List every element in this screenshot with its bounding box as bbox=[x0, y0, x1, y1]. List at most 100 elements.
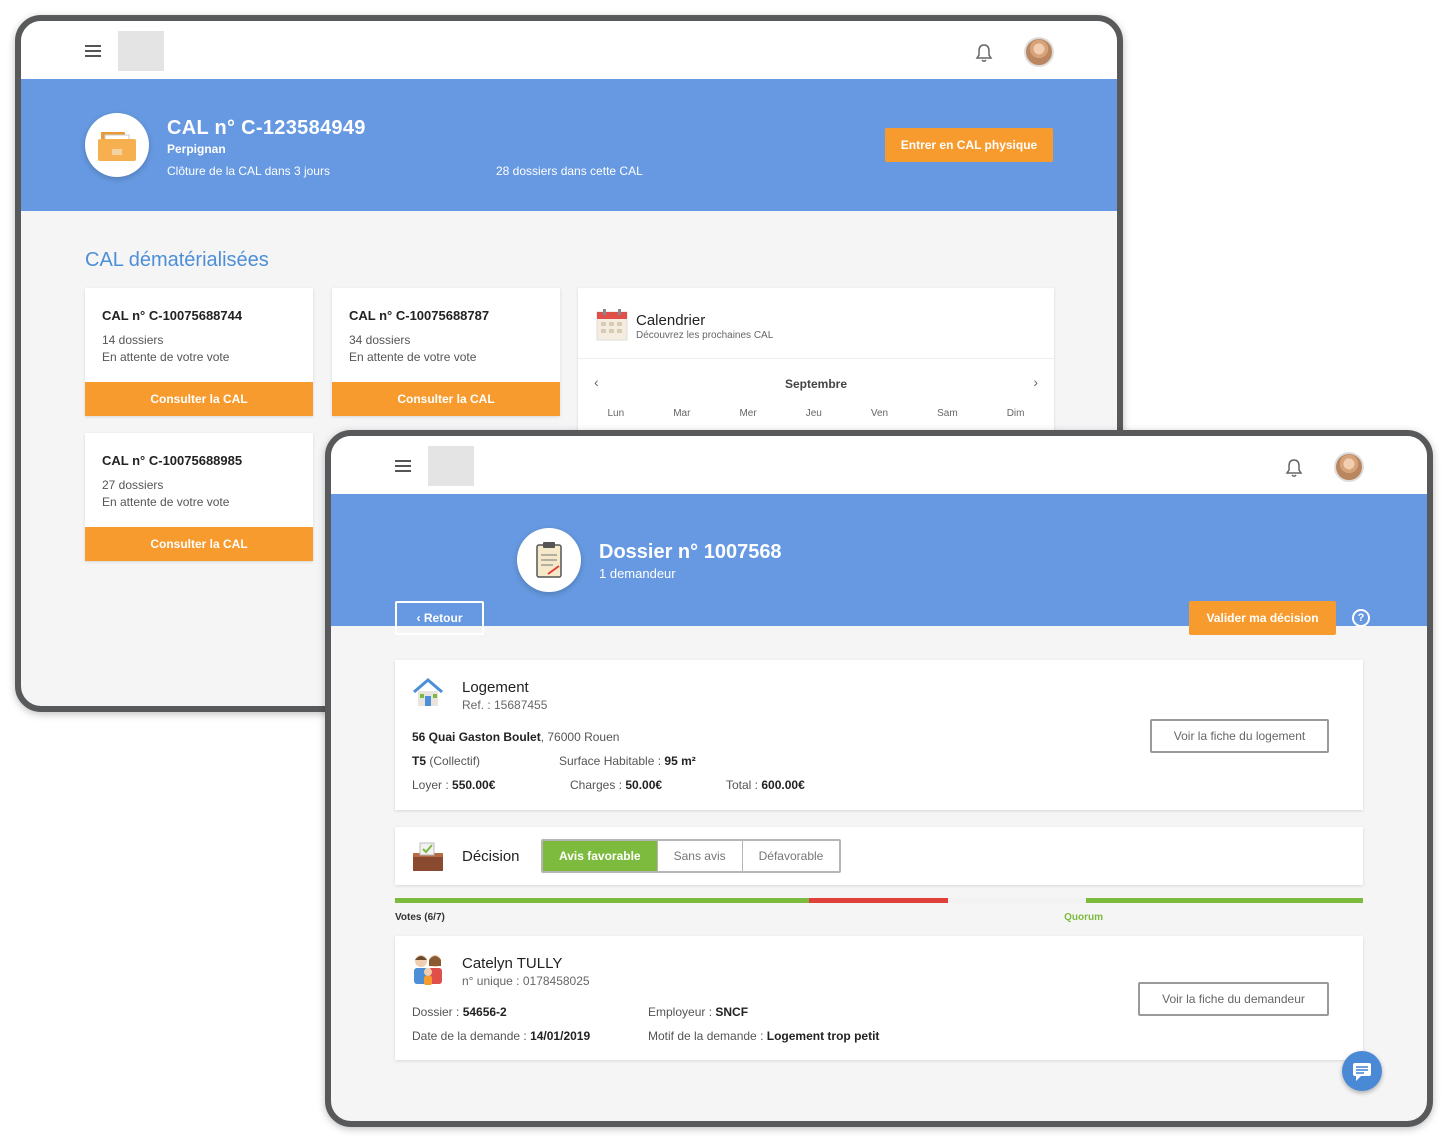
logement-type: T5 (Collectif) bbox=[412, 754, 480, 768]
clipboard-icon bbox=[517, 528, 581, 592]
total-value: 600.00€ bbox=[761, 778, 805, 792]
weekday-label: Mar bbox=[673, 408, 691, 419]
consult-cal-button[interactable]: Consulter la CAL bbox=[85, 527, 313, 561]
date-value: 14/01/2019 bbox=[530, 1029, 591, 1043]
logement-loyer: Loyer : 550.00€ bbox=[412, 778, 495, 792]
option-defavorable[interactable]: Défavorable bbox=[742, 841, 840, 871]
cal-card-title: CAL n° C-10075688744 bbox=[102, 308, 243, 323]
decision-title: Décision bbox=[462, 848, 520, 865]
weekday-label: Jeu bbox=[805, 408, 822, 419]
employer-value: SNCF bbox=[715, 1005, 749, 1019]
quorum-label: Quorum bbox=[1064, 912, 1104, 923]
demandeur-date: Date de la demande : 14/01/2019 bbox=[412, 1029, 590, 1043]
dossier-title: Dossier n° 1007568 bbox=[599, 541, 782, 563]
dossier-label: Dossier : bbox=[412, 1005, 463, 1019]
logement-total: Total : 600.00€ bbox=[726, 778, 805, 792]
cal-card-title: CAL n° C-10075688787 bbox=[349, 308, 490, 323]
chevron-left-icon: ‹ bbox=[416, 611, 421, 625]
cal-dossier-count: 28 dossiers dans cette CAL bbox=[496, 164, 643, 178]
calendar-subtitle: Découvrez les prochaines CAL bbox=[636, 330, 774, 341]
bell-icon[interactable] bbox=[1285, 458, 1303, 478]
calendar-month: Septembre bbox=[784, 377, 848, 391]
motif-label: Motif de la demande : bbox=[648, 1029, 767, 1043]
logement-title: Logement bbox=[462, 679, 529, 696]
logo bbox=[118, 31, 164, 71]
dossier-value: 54656-2 bbox=[462, 1005, 507, 1019]
back-button[interactable]: ‹ Retour bbox=[395, 601, 484, 635]
divider bbox=[578, 358, 1054, 359]
folder-icon bbox=[85, 113, 149, 177]
next-month-icon[interactable]: › bbox=[1033, 374, 1038, 390]
surface-value: 95 m² bbox=[664, 754, 696, 768]
back-button-label: Retour bbox=[423, 611, 463, 625]
decision-selector: Avis favorable Sans avis Défavorable bbox=[541, 839, 842, 873]
ballot-box-icon bbox=[413, 842, 443, 871]
address-street: 56 Quai Gaston Boulet bbox=[412, 730, 541, 744]
cal-card-status: En attente de votre vote bbox=[102, 350, 230, 364]
section-title: CAL dématérialisées bbox=[85, 249, 269, 271]
cal-banner: CAL n° C-123584949 Perpignan Clôture de … bbox=[21, 79, 1117, 211]
charges-value: 50.00€ bbox=[625, 778, 663, 792]
bell-icon[interactable] bbox=[975, 43, 993, 63]
weekday-label: Mer bbox=[739, 408, 757, 419]
cal-card: CAL n° C-10075688744 14 dossiers En atte… bbox=[85, 288, 313, 416]
avatar[interactable] bbox=[1024, 37, 1054, 67]
cal-card-status: En attente de votre vote bbox=[349, 350, 477, 364]
menu-icon[interactable] bbox=[85, 45, 101, 57]
type-value: T5 bbox=[412, 754, 427, 768]
option-sans-avis[interactable]: Sans avis bbox=[657, 841, 743, 871]
option-avis-favorable[interactable]: Avis favorable bbox=[543, 841, 658, 871]
cal-card: CAL n° C-10075688787 34 dossiers En atte… bbox=[332, 288, 560, 416]
vote-bar-segment bbox=[395, 898, 810, 903]
family-icon bbox=[414, 955, 442, 985]
weekday-label: Dim bbox=[1006, 408, 1025, 419]
decision-panel: Décision Avis favorable Sans avis Défavo… bbox=[395, 827, 1363, 885]
cal-card-status: En attente de votre vote bbox=[102, 495, 230, 509]
chat-icon[interactable] bbox=[1342, 1051, 1382, 1091]
logo bbox=[428, 446, 474, 486]
weekday-label: Ven bbox=[870, 408, 889, 419]
logement-surface: Surface Habitable : 95 m² bbox=[559, 754, 696, 768]
house-icon bbox=[413, 678, 443, 706]
total-label: Total : bbox=[726, 778, 762, 792]
view-demandeur-button[interactable]: Voir la fiche du demandeur bbox=[1138, 982, 1329, 1016]
charges-label: Charges : bbox=[570, 778, 626, 792]
vote-bar-segment bbox=[947, 898, 1087, 903]
dossier-subtitle: 1 demandeur bbox=[599, 566, 676, 581]
calendar-title: Calendrier bbox=[636, 312, 706, 329]
view-logement-button[interactable]: Voir la fiche du logement bbox=[1150, 719, 1329, 753]
cal-title: CAL n° C-123584949 bbox=[167, 117, 366, 139]
votes-label: Votes (6/7) bbox=[395, 912, 445, 923]
date-label: Date de la demande : bbox=[412, 1029, 531, 1043]
cal-city: Perpignan bbox=[167, 142, 226, 156]
dossier-banner: ‹ Retour Dossier n° 1007568 1 demandeur … bbox=[331, 494, 1427, 635]
top-bar bbox=[21, 21, 1117, 79]
weekday-label: Lun bbox=[607, 408, 625, 419]
weekday-label: Sam bbox=[937, 408, 958, 419]
demandeur-panel: Catelyn TULLY n° unique : 0178458025 Dos… bbox=[395, 936, 1363, 1060]
vote-bar-segment bbox=[809, 898, 948, 903]
surface-label: Surface Habitable : bbox=[559, 754, 665, 768]
enter-cal-button[interactable]: Entrer en CAL physique bbox=[885, 128, 1053, 162]
motif-value: Logement trop petit bbox=[766, 1029, 880, 1043]
menu-icon[interactable] bbox=[395, 460, 411, 472]
demandeur-motif: Motif de la demande : Logement trop peti… bbox=[648, 1029, 879, 1043]
cal-card-dossiers: 27 dossiers bbox=[102, 478, 164, 492]
validate-decision-button[interactable]: Valider ma décision bbox=[1189, 601, 1336, 635]
help-icon[interactable]: ? bbox=[1352, 609, 1370, 627]
calendar-card: Calendrier Découvrez les prochaines CAL … bbox=[578, 288, 1054, 438]
consult-cal-button[interactable]: Consulter la CAL bbox=[85, 382, 313, 416]
consult-cal-button[interactable]: Consulter la CAL bbox=[332, 382, 560, 416]
logement-ref: Ref. : 15687455 bbox=[462, 698, 548, 712]
logement-panel: Logement Ref. : 15687455 56 Quai Gaston … bbox=[395, 660, 1363, 810]
employer-label: Employeur : bbox=[648, 1005, 716, 1019]
logement-charges: Charges : 50.00€ bbox=[570, 778, 662, 792]
avatar[interactable] bbox=[1334, 452, 1364, 482]
loyer-label: Loyer : bbox=[412, 778, 453, 792]
votes-bar bbox=[395, 898, 1363, 903]
address-city: , 76000 Rouen bbox=[540, 730, 620, 744]
demandeur-name: Catelyn TULLY bbox=[462, 955, 563, 972]
logement-address: 56 Quai Gaston Boulet, 76000 Rouen bbox=[412, 730, 619, 744]
type-detail: (Collectif) bbox=[426, 754, 481, 768]
cal-closing-text: Clôture de la CAL dans 3 jours bbox=[167, 164, 330, 178]
